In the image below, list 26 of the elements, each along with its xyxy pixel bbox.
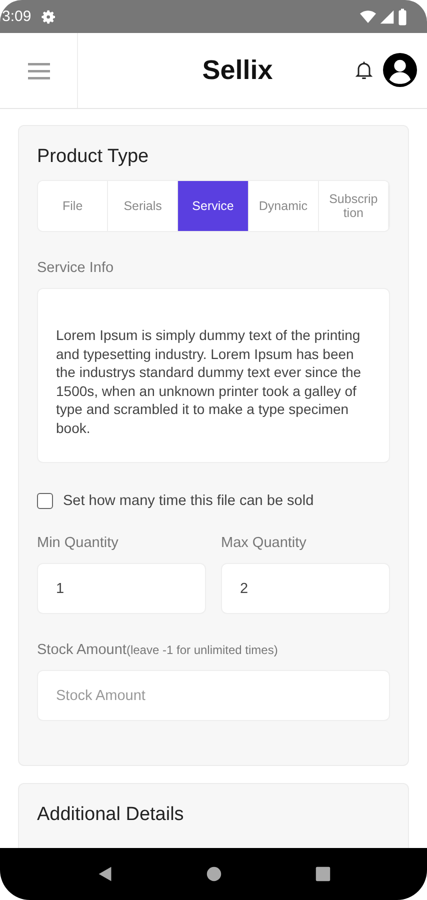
stock-amount-field[interactable]: Stock Amount — [37, 670, 390, 721]
wifi-icon — [360, 8, 376, 24]
section-title: Product Type — [37, 146, 150, 168]
checkbox[interactable] — [37, 493, 53, 509]
quantity-field[interactable]: 2 — [221, 563, 390, 614]
recents-icon[interactable] — [314, 866, 330, 882]
checkbox-label: Set how many time this file can be sold — [63, 493, 314, 509]
field-label: Min Quantity — [37, 535, 120, 551]
settings-icon — [41, 8, 58, 24]
quantity-field[interactable]: 1 — [37, 563, 206, 614]
type-tab[interactable]: Service — [178, 181, 249, 231]
signal-icon — [379, 8, 395, 24]
status-time: 3:09 — [2, 8, 32, 25]
back-icon[interactable] — [96, 866, 112, 882]
bell-icon[interactable] — [353, 59, 375, 81]
battery-icon — [398, 8, 407, 26]
field-label: Stock Amount(leave -1 for unlimited times) — [37, 642, 279, 658]
account-icon[interactable] — [383, 53, 417, 87]
field-label: Service Info — [37, 260, 115, 276]
type-tab[interactable]: File — [38, 181, 108, 231]
service-info-field[interactable]: Lorem Ipsum is simply dummy text of the printing and typesetting industry. Lorem Ipsum has been the industrys standard dummy text ever since the 1500s, when an unknown printer took a galley of type and scrambled it to make a type specimen book. — [37, 288, 390, 463]
menu-icon[interactable] — [28, 62, 50, 80]
home-icon[interactable] — [206, 866, 222, 882]
app-logo: Sellix — [202, 55, 273, 86]
section-title: Additional Details — [37, 804, 185, 826]
field-label: Max Quantity — [221, 535, 308, 551]
